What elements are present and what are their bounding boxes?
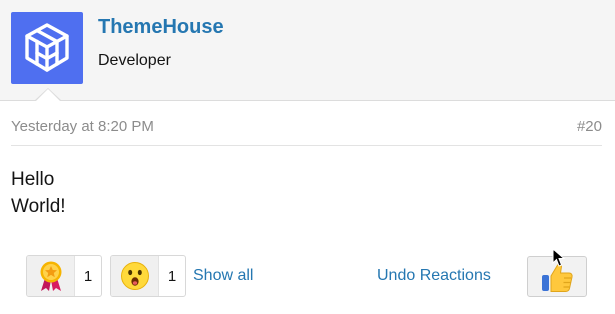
post-body-line: Hello (11, 169, 55, 190)
reaction-emoji-cell (27, 256, 75, 296)
user-header: ThemeHouse Developer (0, 0, 615, 102)
themehouse-logo-icon (25, 23, 69, 72)
reaction-summary-medal[interactable]: 1 (26, 255, 102, 297)
post-body: Hello World! (11, 166, 66, 220)
avatar[interactable] (11, 12, 83, 84)
username-link[interactable]: ThemeHouse (98, 16, 224, 39)
undo-reactions-link[interactable]: Undo Reactions (377, 267, 491, 285)
thumbs-up-icon (542, 263, 573, 292)
post-number-link[interactable]: #20 (577, 118, 602, 135)
show-all-reactions-link[interactable]: Show all (193, 267, 253, 285)
reaction-emoji-cell (111, 256, 159, 296)
post-body-line: World! (11, 196, 66, 217)
post-container: ThemeHouse Developer Yesterday at 8:20 P… (0, 0, 615, 314)
meta-divider (11, 145, 602, 146)
post-date-link[interactable]: Yesterday at 8:20 PM (11, 118, 154, 135)
reaction-count: 1 (167, 267, 177, 285)
header-pointer-arrow-fill (35, 89, 61, 102)
reaction-count: 1 (83, 267, 93, 285)
user-title: Developer (98, 52, 171, 69)
reaction-summary-astonished[interactable]: 1 (110, 255, 186, 297)
award-medal-icon (40, 261, 61, 291)
like-reaction-button[interactable] (527, 256, 587, 297)
astonished-face-icon (120, 262, 149, 290)
